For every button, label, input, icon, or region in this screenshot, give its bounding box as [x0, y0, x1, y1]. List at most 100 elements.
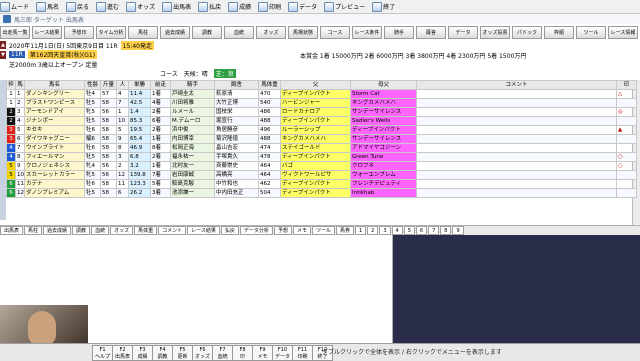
table-row[interactable]: 4 7 ウインブライト 牡6 58 8 46.9 8着 松岡正海 畠山吉宏 474 ステイゴールド アド… — [6, 143, 637, 153]
table-row[interactable]: 1 1 ダノンキングリー 牡4 57 4 11.4 1着 戸崎圭太 萩原清 470 ディープインパクト… — [6, 89, 637, 99]
table-row[interactable]: 2 3 アーモンドアイ 牝5 56 1 1.4 2着 ルメール 国枝栄 486 ロードカナロア サンデー… — [6, 107, 637, 117]
nav-button-10[interactable]: コース — [320, 26, 350, 39]
next-race-button[interactable]: ▼ — [0, 51, 6, 59]
tab-5[interactable]: オッズ — [110, 226, 134, 235]
toolbar-item-2[interactable]: 戻る — [66, 1, 89, 12]
tab-13[interactable]: ツール — [311, 226, 335, 235]
tab-11[interactable]: 予想 — [273, 226, 292, 235]
nav-button-17[interactable]: 枠順 — [544, 26, 574, 39]
tab-10[interactable]: データ分析 — [239, 226, 273, 235]
function-key-f7[interactable]: F7 血統 — [212, 345, 233, 361]
tab-20[interactable]: 6 — [415, 226, 428, 235]
tab-19[interactable]: 5 — [403, 226, 415, 235]
function-key-f2[interactable]: F2 出馬表 — [112, 345, 133, 361]
nav-button-19[interactable]: レース情報 — [608, 26, 638, 39]
nav-button-3[interactable]: タイム分析 — [96, 26, 126, 39]
column-header[interactable]: 枠 — [6, 80, 16, 90]
table-row[interactable]: 5 10 スカーレットカラー 牝5 56 12 139.8 7着 岩田康誠 高橋亮 464 ヴィクトワ… — [6, 170, 637, 180]
cell-prev: 2着 — [150, 152, 171, 162]
function-key-f6[interactable]: F6 オッズ — [192, 345, 213, 361]
nav-button-4[interactable]: 馬柱 — [128, 26, 158, 39]
table-row[interactable]: 6 11 カデナ 牡6 58 11 123.3 5着 鮫島克駿 中竹和也 462 ディープインパクトフ… — [6, 179, 637, 189]
nav-button-15[interactable]: オッズ投票 — [480, 26, 510, 39]
function-key-f3[interactable]: F3 成績 — [132, 345, 153, 361]
tab-22[interactable]: 8 — [440, 226, 452, 235]
column-header[interactable]: 騎手 — [170, 80, 215, 90]
toolbar-item-8[interactable]: 印刷 — [258, 1, 281, 12]
table-row[interactable]: 5 9 クロノジェネシス 牝4 56 2 3.2 1着 北村友一 斉藤崇史 464 バゴ クロフネ ○ — [6, 161, 637, 171]
toolbar-item-9[interactable]: データ — [288, 1, 317, 12]
function-key-f5[interactable]: F5 更新 — [172, 345, 193, 361]
nav-button-16[interactable]: パドック — [512, 26, 542, 39]
tab-14[interactable]: 馬券 — [335, 226, 354, 235]
nav-button-7[interactable]: 血統 — [224, 26, 254, 39]
tab-6[interactable]: 馬体重 — [134, 226, 158, 235]
toolbar-item-1[interactable]: 馬名 — [36, 1, 59, 12]
nav-button-5[interactable]: 過去成績 — [160, 26, 190, 39]
toolbar-item-10[interactable]: プレビュー — [324, 1, 365, 12]
column-header[interactable]: 馬名 — [24, 80, 85, 90]
nav-button-6[interactable]: 調教 — [192, 26, 222, 39]
table-row[interactable]: 6 12 ダノンプレミアム 牡5 58 6 26.2 3着 池添謙一 中内田充正 504 ディープイン… — [6, 188, 637, 198]
toolbar-item-3[interactable]: 進む — [96, 1, 119, 12]
function-key-f8[interactable]: F8 印 — [232, 345, 253, 361]
tab-16[interactable]: 2 — [367, 226, 379, 235]
column-header[interactable]: 前走 — [150, 80, 171, 90]
nav-button-12[interactable]: 騎手 — [384, 26, 414, 39]
toolbar-item-6[interactable]: 払戻 — [198, 1, 221, 12]
cell-num: 11 — [15, 179, 25, 189]
tab-17[interactable]: 3 — [379, 226, 391, 235]
nav-button-9[interactable]: 馬場状態 — [288, 26, 318, 39]
cell-frame: 6 — [6, 179, 16, 189]
tab-2[interactable]: 過去成績 — [43, 226, 72, 235]
nav-button-11[interactable]: レース条件 — [352, 26, 382, 39]
tab-21[interactable]: 7 — [428, 226, 440, 235]
function-key-f10[interactable]: F10 データ — [272, 345, 293, 361]
prev-race-button[interactable]: ▲ — [0, 41, 6, 49]
column-header[interactable]: 印 — [616, 80, 637, 90]
toolbar-item-5[interactable]: 出馬表 — [162, 1, 191, 12]
column-header[interactable]: 性齢 — [84, 80, 101, 90]
column-header[interactable]: 母父 — [350, 80, 417, 90]
function-key-f4[interactable]: F4 調教 — [152, 345, 173, 361]
column-header[interactable]: 馬 — [15, 80, 25, 90]
column-header[interactable]: 馬体重 — [258, 80, 281, 90]
tab-18[interactable]: 4 — [391, 226, 403, 235]
column-header[interactable]: 単勝 — [128, 80, 151, 90]
column-header[interactable]: 人 — [116, 80, 129, 90]
function-key-f1[interactable]: F1 ヘルプ — [92, 345, 113, 361]
tab-15[interactable]: 1 — [354, 226, 367, 235]
nav-button-0[interactable]: 出走馬一覧 — [0, 26, 30, 39]
tab-8[interactable]: レース結果 — [187, 226, 220, 235]
nav-button-1[interactable]: レース結果 — [32, 26, 62, 39]
tab-12[interactable]: メモ — [292, 226, 311, 235]
table-row[interactable]: 2 4 ジナンボー 牡5 58 10 85.3 6着 M.デムーロ 堀宣行 488 ディープインパクト… — [6, 116, 637, 126]
nav-button-2[interactable]: 予想印 — [64, 26, 94, 39]
nav-button-14[interactable]: データ — [448, 26, 478, 39]
table-row[interactable]: 3 6 ダイワキャグニー 騸6 58 9 65.4 1着 内田博幸 菊沢隆徳 488 キングカメハメハ… — [6, 134, 637, 144]
function-key-f11[interactable]: F11 印刷 — [292, 345, 313, 361]
tab-4[interactable]: 血統 — [91, 226, 110, 235]
nav-button-13[interactable]: 厩舎 — [416, 26, 446, 39]
toolbar-item-0[interactable]: ムード — [0, 1, 29, 12]
cell-odds: 42.5 — [128, 98, 151, 108]
nav-button-8[interactable]: オッズ — [256, 26, 286, 39]
tab-0[interactable]: 出馬表 — [0, 226, 24, 235]
tab-3[interactable]: 調教 — [72, 226, 91, 235]
toolbar-item-4[interactable]: オッズ — [126, 1, 155, 12]
table-row[interactable]: 1 2 ブラストワンピース 牡5 58 7 42.5 4着 川田将雅 大竹正博 540 ハービンジャー… — [6, 98, 637, 108]
column-header[interactable]: 父 — [280, 80, 351, 90]
table-row[interactable]: 4 8 フィエールマン 牡5 58 3 6.8 2着 福永祐一 手塚貴久 478 ディープインパクト G… — [6, 152, 637, 162]
toolbar-item-11[interactable]: 終了 — [372, 1, 395, 12]
column-header[interactable]: 斤量 — [100, 80, 117, 90]
table-row[interactable]: 3 5 キセキ 牡6 58 5 19.5 2着 浜中俊 角居勝彦 496 ルーラーシップ ディープインパ… — [6, 125, 637, 135]
tab-7[interactable]: コメント — [158, 226, 187, 235]
column-header[interactable]: コメント — [416, 80, 617, 90]
nav-button-18[interactable]: ツール — [576, 26, 606, 39]
column-header[interactable]: 厩舎 — [214, 80, 259, 90]
toolbar-item-7[interactable]: 成績 — [228, 1, 251, 12]
function-key-f9[interactable]: F9 メモ — [252, 345, 273, 361]
tab-23[interactable]: 9 — [452, 226, 464, 235]
tab-9[interactable]: 払戻 — [220, 226, 239, 235]
tab-1[interactable]: 馬柱 — [24, 226, 43, 235]
